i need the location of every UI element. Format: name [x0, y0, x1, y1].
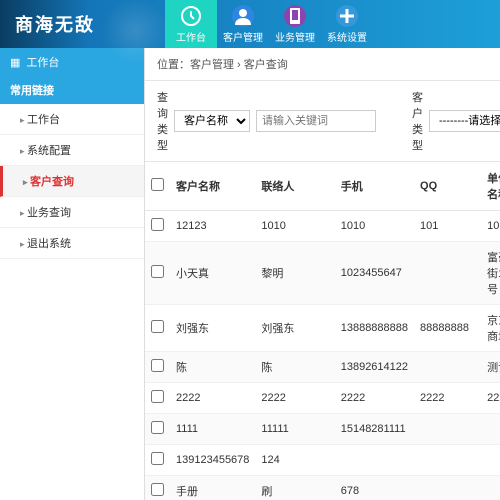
sidebar-item-0[interactable]: 工作台 [0, 104, 144, 135]
nav-icon-0 [180, 5, 202, 27]
col-header: 联络人 [255, 162, 334, 211]
sidebar-item-2[interactable]: 客户查询 [0, 166, 144, 197]
table-row: 手册刷678 [145, 476, 500, 500]
table-row: 陈陈13892614122测试 [145, 352, 500, 383]
filter-label-1: 查询类型 [157, 89, 168, 153]
table-row: 刘强东刘强东1388888888888888888京东商城 [145, 305, 500, 352]
sidebar-item-4[interactable]: 退出系统 [0, 228, 144, 259]
select-all-checkbox[interactable] [151, 178, 164, 191]
customer-table: 客户名称联络人手机QQ单位名称 12123101010101011021小天真黎… [145, 162, 500, 500]
sidebar-item-1[interactable]: 系统配置 [0, 135, 144, 166]
table-row: 小天真黎明1023455647富豪街12号 [145, 242, 500, 305]
app-logo: 商海无敌 [0, 11, 145, 37]
table-row: 11111111115148281111 [145, 414, 500, 445]
row-checkbox[interactable] [151, 390, 164, 403]
table-row: 12123101010101011021 [145, 211, 500, 242]
col-header: 手机 [335, 162, 414, 211]
row-checkbox[interactable] [151, 265, 164, 278]
col-header: QQ [414, 162, 481, 211]
table-row: 22222222222222222222 [145, 383, 500, 414]
query-type-select[interactable]: 客户名称 [174, 110, 250, 132]
row-checkbox[interactable] [151, 320, 164, 333]
nav-2[interactable]: 业务管理 [269, 0, 321, 48]
grid-icon: ▦ [10, 56, 20, 69]
col-header: 客户名称 [170, 162, 255, 211]
breadcrumb: 位置：客户管理 › 客户查询 [145, 48, 500, 81]
row-checkbox[interactable] [151, 421, 164, 434]
customer-type-select[interactable]: --------请选择-------- [429, 110, 500, 132]
row-checkbox[interactable] [151, 218, 164, 231]
nav-3[interactable]: 系统设置 [321, 0, 373, 48]
col-header: 单位名称 [481, 162, 500, 211]
row-checkbox[interactable] [151, 452, 164, 465]
table-row: 139123455678124 [145, 445, 500, 476]
keyword-input[interactable] [256, 110, 376, 132]
sidebar-section: 常用链接 [0, 76, 144, 104]
nav-icon-1 [232, 5, 254, 27]
sidebar-item-3[interactable]: 业务查询 [0, 197, 144, 228]
filter-label-2: 客户类型 [412, 89, 423, 153]
row-checkbox[interactable] [151, 483, 164, 496]
nav-icon-2 [284, 5, 306, 27]
nav-icon-3 [336, 5, 358, 27]
row-checkbox[interactable] [151, 359, 164, 372]
nav-1[interactable]: 客户管理 [217, 0, 269, 48]
